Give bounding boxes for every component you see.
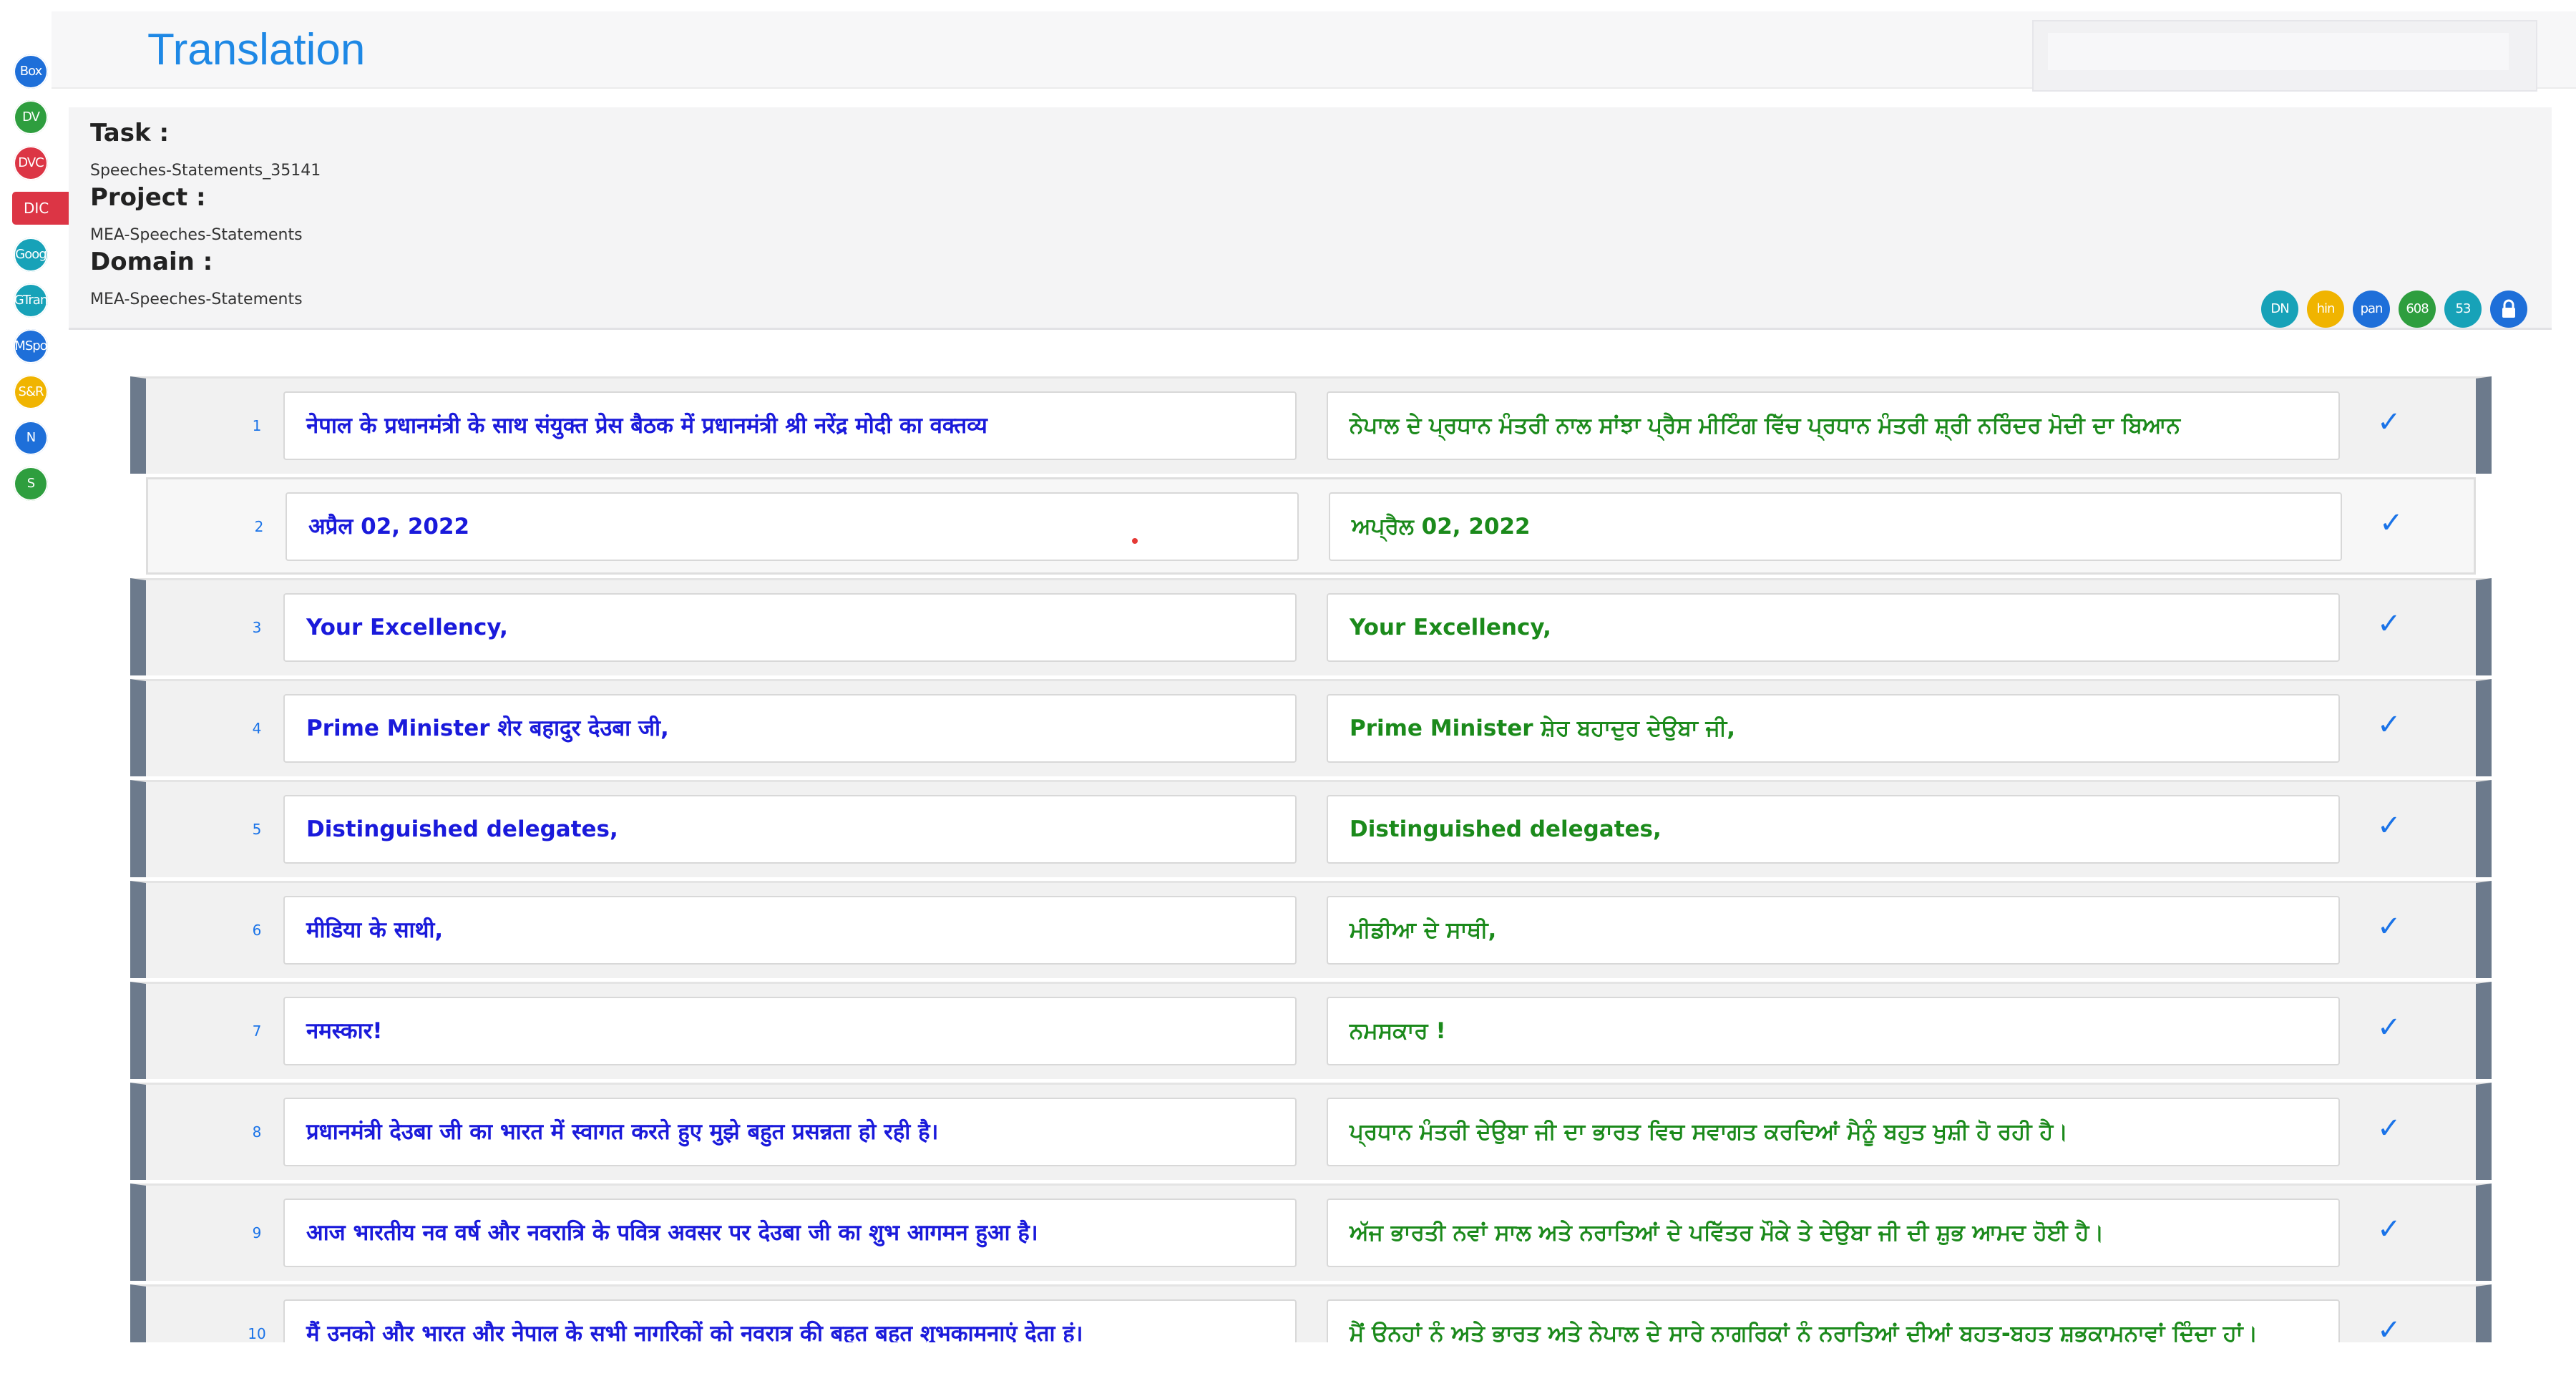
rail-button-goog[interactable]: Goog bbox=[14, 238, 48, 272]
dic-label: DIC bbox=[24, 200, 49, 217]
target-text-box[interactable]: ਮੀਡੀਆ ਦੇ ਸਾਥੀ, bbox=[1327, 896, 2340, 965]
row-number: 9 bbox=[252, 1224, 262, 1241]
rail-button-gtran[interactable]: GTran bbox=[14, 283, 48, 318]
source-text-box[interactable]: आज भारतीय नव वर्ष और नवरात्रि के पवित्र … bbox=[283, 1199, 1297, 1267]
target-text-box[interactable]: ਪ੍ਰਧਾਨ ਮੰਤਰੀ ਦੇਉਬਾ ਜੀ ਦਾ ਭਾਰਤ ਵਿਚ ਸਵਾਗਤ … bbox=[1327, 1098, 2340, 1166]
task-label: Task : bbox=[90, 119, 170, 147]
header: Translation bbox=[52, 11, 2576, 92]
sentence-row: 5 Distinguished delegates, Distinguished d… bbox=[130, 780, 2492, 877]
badge-53: 53 bbox=[2444, 291, 2482, 328]
lock-icon[interactable] bbox=[2490, 291, 2527, 328]
badge-pan: pan bbox=[2353, 291, 2390, 328]
row-number: 5 bbox=[252, 821, 262, 838]
sentence-row: 3 Your Excellency, Your Excellency, ✓ bbox=[130, 578, 2492, 675]
cursor-dot bbox=[1132, 538, 1138, 544]
source-text-box[interactable]: Prime Minister शेर बहादुर देउबा जी, bbox=[283, 694, 1297, 763]
target-text-box[interactable]: ਮੈਂ ਉਨ੍ਹਾਂ ਨੂੰ ਅਤੇ ਭਾਰਤ ਅਤੇ ਨੇਪਾਲ ਦੇ ਸਾਰ… bbox=[1327, 1299, 2340, 1342]
search-input[interactable] bbox=[2048, 33, 2509, 70]
rail-button-s[interactable]: S bbox=[14, 467, 48, 501]
row-number: 7 bbox=[252, 1022, 262, 1040]
tool-rail: BoxDVDVCDIC▼GoogGTranMSpoS&RNS bbox=[0, 0, 91, 1391]
row-number: 10 bbox=[248, 1325, 266, 1342]
sentence-row: 1 नेपाल के प्रधानमंत्री के साथ संयुक्त प्… bbox=[130, 376, 2492, 474]
row-number: 6 bbox=[252, 922, 262, 939]
check-icon[interactable]: ✓ bbox=[2377, 809, 2401, 842]
sentence-row: 2 अप्रैल 02, 2022 ਅਪ੍ਰੈਲ 02, 2022 ✓ bbox=[146, 477, 2476, 575]
page-title: Translation bbox=[147, 25, 366, 74]
target-text-box[interactable]: Your Excellency, bbox=[1327, 593, 2340, 662]
rail-button-dvc[interactable]: DVC bbox=[14, 146, 48, 180]
task-info-panel: Task : Speeches-Statements_35141 Project… bbox=[69, 107, 2552, 330]
check-icon[interactable]: ✓ bbox=[2379, 507, 2404, 540]
check-icon[interactable]: ✓ bbox=[2377, 406, 2401, 439]
domain-label: Domain : bbox=[90, 248, 213, 276]
target-text-box[interactable]: ਅੱਜ ਭਾਰਤੀ ਨਵਾਂ ਸਾਲ ਅਤੇ ਨਰਾਤਿਆਂ ਦੇ ਪਵਿੱਤਰ… bbox=[1327, 1199, 2340, 1267]
domain-value: MEA-Speeches-Statements bbox=[90, 291, 303, 308]
check-icon[interactable]: ✓ bbox=[2377, 1314, 2401, 1342]
source-text-box[interactable]: Your Excellency, bbox=[283, 593, 1297, 662]
target-text-box[interactable]: ਅਪ੍ਰੈਲ 02, 2022 bbox=[1329, 492, 2342, 561]
target-text-box[interactable]: ਨਮਸਕਾਰ ! bbox=[1327, 997, 2340, 1065]
row-number: 3 bbox=[252, 619, 262, 636]
check-icon[interactable]: ✓ bbox=[2377, 910, 2401, 943]
rail-button-sr[interactable]: S&R bbox=[14, 375, 48, 409]
source-text-box[interactable]: मैं उनको और भारत और नेपाल के सभी नागरिको… bbox=[283, 1299, 1297, 1342]
project-label: Project : bbox=[90, 183, 206, 212]
check-icon[interactable]: ✓ bbox=[2377, 1112, 2401, 1145]
rail-button-n[interactable]: N bbox=[14, 421, 48, 455]
rail-button-box[interactable]: Box bbox=[14, 54, 48, 89]
row-number: 2 bbox=[254, 518, 264, 535]
row-number: 4 bbox=[252, 720, 262, 737]
sentence-row: 8 प्रधानमंत्री देउबा जी का भारत में स्वाग… bbox=[130, 1083, 2492, 1180]
search-box bbox=[2032, 20, 2537, 92]
target-text-box[interactable]: Prime Minister ਸ਼ੇਰ ਬਹਾਦੁਰ ਦੇਉਬਾ ਜੀ, bbox=[1327, 694, 2340, 763]
target-text-box[interactable]: Distinguished delegates, bbox=[1327, 795, 2340, 864]
sentence-list: 1 नेपाल के प्रधानमंत्री के साथ संयुक्त प्… bbox=[130, 376, 2492, 1342]
sentence-row: 9 आज भारतीय नव वर्ष और नवरात्रि के पवित्र… bbox=[130, 1183, 2492, 1281]
source-text-box[interactable]: अप्रैल 02, 2022 bbox=[286, 492, 1299, 561]
sentence-row: 4 Prime Minister शेर बहादुर देउबा जी, Prim… bbox=[130, 679, 2492, 776]
task-value: Speeches-Statements_35141 bbox=[90, 162, 321, 180]
check-icon[interactable]: ✓ bbox=[2377, 1213, 2401, 1246]
check-icon[interactable]: ✓ bbox=[2377, 708, 2401, 741]
badge-DN: DN bbox=[2261, 291, 2298, 328]
row-number: 8 bbox=[252, 1123, 262, 1141]
badge-hin: hin bbox=[2307, 291, 2344, 328]
source-text-box[interactable]: प्रधानमंत्री देउबा जी का भारत में स्वागत… bbox=[283, 1098, 1297, 1166]
rail-button-mspo[interactable]: MSpo bbox=[14, 329, 48, 363]
source-text-box[interactable]: Distinguished delegates, bbox=[283, 795, 1297, 864]
rail-button-dv[interactable]: DV bbox=[14, 100, 48, 135]
row-number: 1 bbox=[252, 417, 262, 434]
target-text-box[interactable]: ਨੇਪਾਲ ਦੇ ਪ੍ਰਧਾਨ ਮੰਤਰੀ ਨਾਲ ਸਾਂਝਾ ਪ੍ਰੈਸ ਮੀ… bbox=[1327, 391, 2340, 460]
source-text-box[interactable]: मीडिया के साथी, bbox=[283, 896, 1297, 965]
source-text-box[interactable]: नेपाल के प्रधानमंत्री के साथ संयुक्त प्र… bbox=[283, 391, 1297, 460]
project-value: MEA-Speeches-Statements bbox=[90, 226, 303, 244]
check-icon[interactable]: ✓ bbox=[2377, 1011, 2401, 1044]
badge-608: 608 bbox=[2399, 291, 2436, 328]
check-icon[interactable]: ✓ bbox=[2377, 607, 2401, 640]
sentence-row: 10 मैं उनको और भारत और नेपाल के सभी नागरि… bbox=[130, 1284, 2492, 1342]
source-text-box[interactable]: नमस्कार! bbox=[283, 997, 1297, 1065]
sentence-row: 7 नमस्कार! ਨਮਸਕਾਰ ! ✓ bbox=[130, 982, 2492, 1079]
sentence-row: 6 मीडिया के साथी, ਮੀਡੀਆ ਦੇ ਸਾਥੀ, ✓ bbox=[130, 881, 2492, 978]
